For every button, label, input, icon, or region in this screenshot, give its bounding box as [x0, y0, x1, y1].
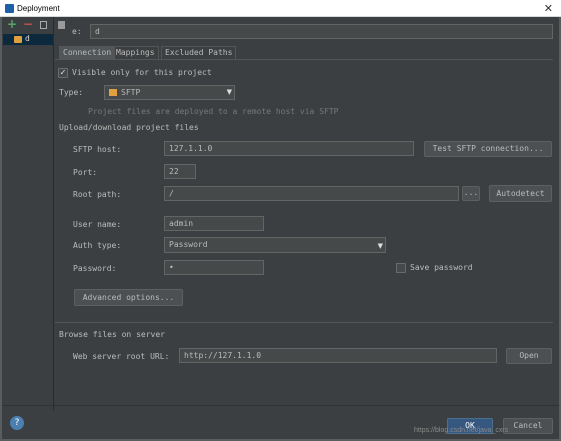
app-icon	[5, 4, 14, 13]
visible-only-checkbox[interactable]: ✓	[58, 68, 68, 78]
auth-type-value: Password	[169, 240, 208, 249]
chevron-down-icon: ▼	[377, 242, 383, 250]
watermark: https://blog.csdn.net/java_cxrs	[414, 427, 509, 434]
auth-type-select[interactable]: Password ▼	[164, 237, 386, 253]
remove-server-icon[interactable]: −	[23, 17, 33, 31]
type-select-value: SFTP	[121, 88, 141, 97]
server-list-item-label: d	[25, 34, 30, 43]
tab-excluded-paths[interactable]: Excluded Paths	[161, 46, 237, 59]
title-bar: Deployment ✕	[0, 0, 561, 17]
section-divider	[55, 322, 553, 323]
sftp-host-label: SFTP host:	[73, 145, 122, 154]
save-password-checkbox[interactable]	[396, 263, 406, 273]
browse-button[interactable]: ...	[462, 186, 480, 201]
cancel-button[interactable]: Cancel	[503, 418, 553, 434]
footer-divider	[2, 405, 559, 406]
password-label: Password:	[73, 264, 117, 273]
root-path-field[interactable]: /	[164, 186, 459, 201]
web-root-field[interactable]: http://127.1.1.0	[179, 348, 497, 363]
visible-only-label: Visible only for this project	[72, 68, 212, 77]
browse-section-title: Browse files on server	[59, 330, 165, 339]
dialog-body	[0, 17, 561, 441]
server-list-item[interactable]: d	[3, 34, 53, 45]
type-hint: Project files are deployed to a remote h…	[88, 107, 339, 116]
copy-icon[interactable]	[40, 21, 47, 29]
web-root-label: Web server root URL:	[73, 352, 170, 361]
help-icon[interactable]: ?	[10, 416, 24, 430]
open-button[interactable]: Open	[506, 348, 552, 364]
port-label: Port:	[73, 168, 98, 177]
auth-type-label: Auth type:	[73, 241, 122, 250]
upload-section-title: Upload/download project files	[59, 123, 199, 132]
set-default-icon[interactable]	[58, 21, 65, 29]
user-name-field[interactable]: admin	[164, 216, 264, 231]
close-icon[interactable]: ✕	[544, 2, 553, 15]
user-name-label: User name:	[73, 220, 122, 229]
name-field[interactable]: d	[90, 24, 553, 39]
type-select[interactable]: SFTP ▼	[104, 85, 235, 100]
type-label: Type:	[59, 88, 84, 97]
advanced-options-button[interactable]: Advanced options...	[74, 289, 183, 306]
password-field[interactable]: •	[164, 260, 264, 275]
server-list-pane	[2, 17, 54, 411]
tab-divider	[55, 59, 553, 60]
add-server-icon[interactable]: +	[7, 17, 17, 31]
autodetect-button[interactable]: Autodetect	[489, 185, 552, 202]
window-title: Deployment	[17, 4, 60, 13]
sftp-type-icon	[109, 89, 117, 96]
tab-connection[interactable]: Connection	[59, 46, 116, 59]
chevron-down-icon: ▼	[226, 88, 232, 96]
sftp-host-field[interactable]: 127.1.1.0	[164, 141, 414, 156]
sftp-server-icon	[14, 36, 22, 43]
name-label: e:	[72, 27, 82, 36]
save-password-label: Save password	[410, 263, 473, 272]
tab-mappings[interactable]: Mappings	[112, 46, 159, 59]
root-path-label: Root path:	[73, 190, 122, 199]
port-field[interactable]: 22	[164, 164, 196, 179]
test-connection-button[interactable]: Test SFTP connection...	[424, 141, 552, 157]
